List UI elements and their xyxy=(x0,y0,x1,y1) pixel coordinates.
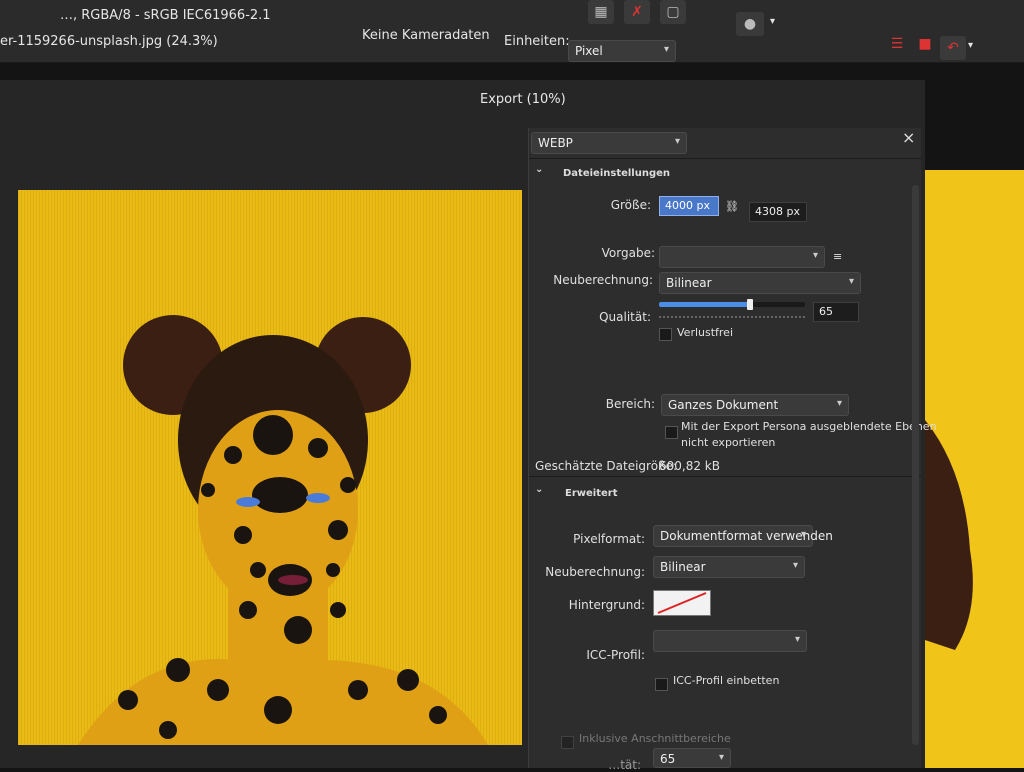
lossless-checkbox[interactable] xyxy=(659,328,672,341)
canvas-image-detail xyxy=(925,420,973,650)
frame-icon[interactable]: ▢ xyxy=(660,0,686,24)
file-settings-header[interactable]: Dateieinstellungen xyxy=(563,168,670,179)
alignment-icon[interactable]: ☰ xyxy=(884,32,910,56)
icc-embed-checkbox[interactable] xyxy=(655,678,668,691)
height-input[interactable]: 4308 px xyxy=(749,202,807,222)
collapse-chevron-icon[interactable]: ⌄ xyxy=(535,484,543,495)
background-label: Hintergrund: xyxy=(568,598,645,612)
lossless-label: Verlustfrei xyxy=(677,326,734,339)
snapping-icon[interactable]: ■ xyxy=(912,32,938,56)
format-select[interactable]: WEBP ▾ xyxy=(531,132,687,154)
resample-label: Neuberechnung: xyxy=(553,273,653,287)
area-label: Bereich: xyxy=(605,397,655,411)
icc-label: ICC-Profil: xyxy=(586,648,645,662)
background-color-swatch[interactable] xyxy=(653,590,711,616)
quality-label: Qualität: xyxy=(599,310,651,324)
export-preview xyxy=(18,190,522,745)
resample-select[interactable]: Bilinear ▾ xyxy=(659,272,861,294)
link-icon[interactable]: ⛓ xyxy=(725,200,739,213)
document-tab[interactable]: er-1159266-unsplash.jpg (24.3%) xyxy=(0,34,218,49)
resample-value: Bilinear xyxy=(666,276,712,290)
grid-icon[interactable]: ▦ xyxy=(588,0,614,24)
units-select[interactable]: Pixel ▾ xyxy=(568,40,676,62)
mask-icon[interactable]: ● xyxy=(736,12,764,36)
bleed-label: Inklusive Anschnittbereiche xyxy=(579,732,731,745)
cancel-x-icon[interactable]: ✗ xyxy=(624,0,650,24)
chevron-down-icon: ▾ xyxy=(794,634,800,645)
chevron-down-icon: ▾ xyxy=(792,560,798,571)
chevron-down-icon: ▾ xyxy=(663,44,669,55)
area-value: Ganzes Dokument xyxy=(668,398,779,412)
chevron-down-icon[interactable]: ▾ xyxy=(968,40,973,51)
pixelformat-value: Dokumentformat verwenden xyxy=(660,529,833,543)
quality-slider-fill xyxy=(659,302,750,307)
bleed-checkbox[interactable] xyxy=(561,736,574,749)
top-toolbar: …, RGBA/8 - sRGB IEC61966-2.1 Keine Kame… xyxy=(0,0,1024,63)
icc-select[interactable]: ▾ xyxy=(653,630,807,652)
advanced-header[interactable]: Erweitert xyxy=(565,488,618,499)
size-label: Größe: xyxy=(610,198,651,212)
transparent-icon xyxy=(657,592,707,614)
menu-icon[interactable]: ≡ xyxy=(833,250,842,263)
chevron-down-icon: ▾ xyxy=(812,250,818,261)
chevron-down-icon: ▾ xyxy=(848,276,854,287)
separator xyxy=(529,158,921,159)
width-input[interactable]: 4000 px xyxy=(659,196,719,216)
preset-select[interactable]: ▾ xyxy=(659,246,825,268)
chevron-down-icon: ▾ xyxy=(836,398,842,409)
close-icon[interactable]: × xyxy=(902,128,915,147)
icc-embed-label: ICC-Profil einbetten xyxy=(673,674,780,687)
pixelformat-select[interactable]: Dokumentformat verwenden ▾ xyxy=(653,525,833,547)
undo-icon[interactable]: ↶ xyxy=(940,36,966,60)
settings-scrollbar[interactable] xyxy=(912,185,919,745)
bottom-quality-value: 65 xyxy=(660,752,676,766)
quality-slider-handle[interactable] xyxy=(746,299,753,310)
chevron-down-icon: ▾ xyxy=(674,136,680,147)
adv-resample-label: Neuberechnung: xyxy=(545,565,645,579)
estimated-size-value: 600,82 kB xyxy=(659,459,720,473)
chevron-down-icon: ▾ xyxy=(718,752,724,763)
quality-input[interactable]: 65 xyxy=(813,302,859,322)
export-settings-panel: WEBP ▾ ⌄ Dateieinstellungen Größe: 4000 … xyxy=(528,128,937,772)
pixelformat-label: Pixelformat: xyxy=(573,532,645,546)
bottom-quality-label: …tät: xyxy=(608,758,641,772)
separator xyxy=(529,476,921,477)
adv-resample-value: Bilinear xyxy=(660,560,706,574)
quality-ticks xyxy=(659,316,805,320)
colorspace-info: …, RGBA/8 - sRGB IEC61966-2.1 xyxy=(60,8,271,23)
adv-resample-select[interactable]: Bilinear ▾ xyxy=(653,556,805,578)
units-value: Pixel xyxy=(575,44,603,58)
hide-layers-label-line2: nicht exportieren xyxy=(681,436,776,449)
format-value: WEBP xyxy=(538,136,573,150)
hide-layers-label-line1: Mit der Export Persona ausgeblendete Ebe… xyxy=(681,420,937,433)
canvas-background-image xyxy=(925,170,1024,768)
hide-layers-checkbox[interactable] xyxy=(665,426,678,439)
collapse-chevron-icon[interactable]: ⌄ xyxy=(535,164,543,175)
chevron-down-icon[interactable]: ▾ xyxy=(770,16,775,27)
camera-info: Keine Kameradaten xyxy=(362,28,490,43)
estimated-size-label: Geschätzte Dateigröße: xyxy=(535,459,678,473)
dialog-title: Export (10%) xyxy=(480,92,566,107)
preset-label: Vorgabe: xyxy=(601,246,655,260)
area-select[interactable]: Ganzes Dokument ▾ xyxy=(661,394,849,416)
quality-slider[interactable] xyxy=(659,299,805,310)
chevron-down-icon: ▾ xyxy=(800,529,806,540)
units-label: Einheiten: xyxy=(504,34,570,49)
bottom-quality-select[interactable]: 65 ▾ xyxy=(653,748,731,768)
preview-image xyxy=(18,190,522,745)
